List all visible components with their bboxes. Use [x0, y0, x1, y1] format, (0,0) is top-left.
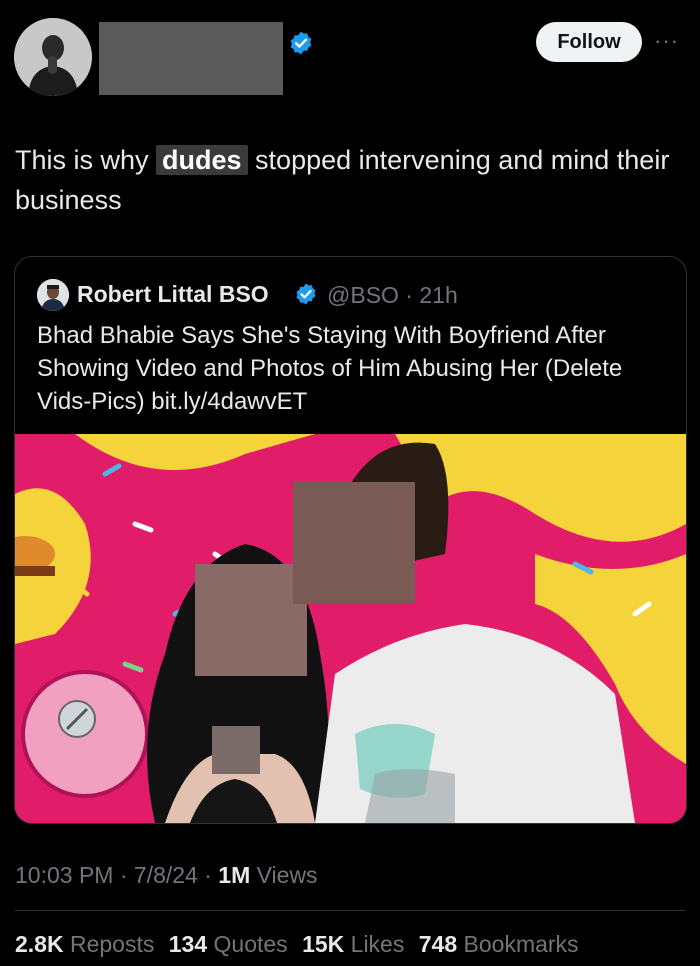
bookmarks-label: Bookmarks — [463, 931, 579, 957]
quoted-author-name: Robert Littal BSO — [77, 281, 269, 307]
quotes-count: 134 — [168, 931, 208, 957]
likes-stat[interactable]: 15K Likes — [302, 931, 404, 957]
quoted-author-avatar[interactable] — [37, 279, 69, 311]
photo-illustration — [15, 434, 686, 823]
quoted-tweet-card[interactable]: Robert Littal BSO @BSO · 21h Bhad Bhabie… — [14, 256, 687, 824]
tweet-text: This is why dudes stopped intervening an… — [15, 140, 685, 220]
reposts-stat[interactable]: 2.8K Reposts — [15, 931, 154, 957]
verified-badge-icon — [290, 31, 312, 55]
quoted-avatar-photo — [37, 279, 69, 311]
divider — [15, 910, 685, 911]
redacted-author-name — [99, 22, 283, 95]
quoted-tweet-text: Bhad Bhabie Says She's Staying With Boyf… — [37, 322, 623, 415]
person-photo — [14, 18, 92, 96]
bookmarks-stat[interactable]: 748 Bookmarks — [419, 931, 579, 957]
bookmarks-count: 748 — [418, 931, 458, 957]
quotes-label: Quotes — [213, 931, 288, 957]
quoted-tweet-photo[interactable] — [15, 434, 686, 823]
likes-count: 15K — [302, 931, 345, 957]
tweet-text-highlight: dudes — [156, 145, 248, 175]
reposts-label: Reposts — [69, 931, 155, 957]
tweet-text-start: This is why — [15, 145, 157, 175]
timestamp[interactable]: 10:03 PM · 7/8/24 · — [15, 862, 218, 888]
views-label: Views — [250, 862, 318, 888]
quoted-handle-and-time: @BSO · 21h — [327, 282, 458, 308]
follow-button[interactable]: Follow — [536, 22, 642, 62]
views-count: 1M — [218, 862, 251, 888]
engagement-stats: 2.8K Reposts 134 Quotes 15K Likes 748 Bo… — [15, 931, 587, 958]
author-avatar[interactable] — [14, 18, 92, 96]
tweet-meta: 10:03 PM · 7/8/24 · 1M Views — [15, 862, 318, 889]
quotes-stat[interactable]: 134 Quotes — [169, 931, 288, 957]
more-options-icon[interactable]: ··· — [654, 28, 679, 54]
quoted-verified-badge-icon — [296, 283, 316, 305]
reposts-count: 2.8K — [15, 931, 64, 957]
likes-label: Likes — [350, 931, 405, 957]
